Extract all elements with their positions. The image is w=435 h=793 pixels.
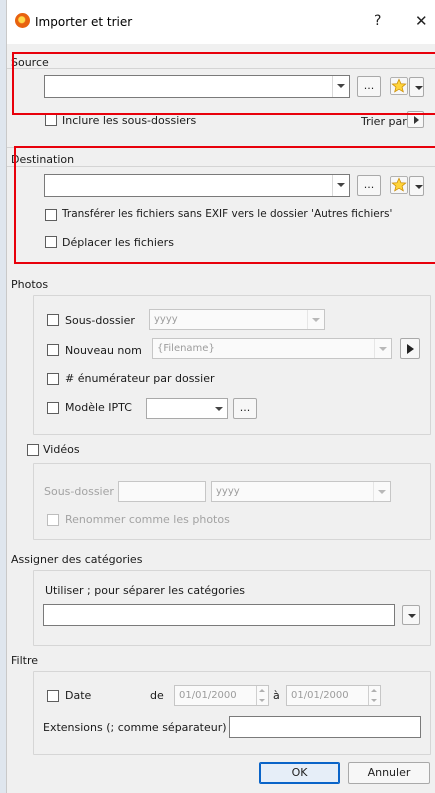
photos-subfolder-combo[interactable]: yyyy: [149, 309, 325, 330]
divider: [7, 68, 435, 69]
chevron-down-icon[interactable]: [374, 339, 391, 358]
videos-subfolder-combo[interactable]: yyyy: [211, 481, 391, 502]
ok-button[interactable]: OK: [259, 762, 340, 784]
spinner-arrows-icon[interactable]: [368, 686, 380, 705]
move-files-checkbox[interactable]: [45, 236, 57, 248]
videos-rename-checkbox[interactable]: [47, 514, 59, 526]
import-sort-dialog: Importer et trier ? ✕ Source ... Inclure…: [6, 0, 435, 793]
photos-subfolder-value: yyyy: [154, 314, 178, 325]
chevron-down-icon[interactable]: [373, 482, 390, 501]
filter-to-date-value: 01/01/2000: [291, 690, 349, 701]
divider: [7, 147, 435, 148]
photos-subfolder-label: Sous-dossier: [65, 314, 135, 327]
chevron-down-icon[interactable]: [332, 175, 349, 196]
categories-section-title: Assigner des catégories: [11, 553, 143, 566]
filter-from-date-input[interactable]: 01/01/2000: [174, 685, 269, 706]
filter-extensions-label: Extensions (; comme séparateur): [43, 721, 227, 734]
chevron-down-icon[interactable]: [307, 310, 324, 329]
filter-date-checkbox[interactable]: [47, 690, 59, 702]
sort-by-label: Trier par: [361, 115, 407, 128]
chevron-down-icon[interactable]: [332, 76, 349, 97]
videos-subfolder-label: Sous-dossier: [44, 485, 114, 498]
videos-rename-label: Renommer comme les photos: [65, 513, 230, 526]
photos-new-name-checkbox[interactable]: [47, 344, 59, 356]
photos-iptc-checkbox[interactable]: [47, 402, 59, 414]
close-button[interactable]: ✕: [415, 12, 428, 30]
destination-path-combo[interactable]: [44, 174, 350, 197]
cancel-button[interactable]: Annuler: [348, 762, 430, 784]
photos-new-name-label: Nouveau nom: [65, 344, 142, 357]
filter-from-label: de: [150, 689, 164, 702]
photos-new-name-play-button[interactable]: [400, 338, 420, 359]
photos-section-title: Photos: [11, 278, 49, 291]
source-path-combo[interactable]: [44, 75, 350, 98]
title-bar: Importer et trier ? ✕: [7, 0, 435, 44]
app-icon: [15, 13, 30, 28]
sort-by-arrow-button[interactable]: [407, 111, 424, 128]
chevron-down-icon[interactable]: [211, 399, 227, 418]
filter-extensions-input[interactable]: [229, 716, 421, 738]
photos-enumerator-label: # énumérateur par dossier: [65, 372, 215, 385]
include-subfolders-label: Inclure les sous-dossiers: [62, 114, 197, 127]
photos-subfolder-checkbox[interactable]: [47, 314, 59, 326]
move-files-label: Déplacer les fichiers: [62, 236, 174, 249]
categories-dropdown-button[interactable]: [402, 605, 420, 625]
filter-from-date-value: 01/01/2000: [179, 690, 237, 701]
filter-section-title: Filtre: [11, 654, 39, 667]
spinner-arrows-icon[interactable]: [256, 686, 268, 705]
divider: [7, 166, 435, 167]
source-favorites-star-icon[interactable]: [390, 77, 408, 95]
filter-to-label: à: [273, 689, 280, 702]
photos-iptc-combo[interactable]: [146, 398, 228, 419]
filter-date-label: Date: [65, 689, 92, 702]
destination-favorites-dropdown[interactable]: [409, 176, 424, 196]
photos-new-name-combo[interactable]: {Filename}: [152, 338, 392, 359]
photos-enumerator-checkbox[interactable]: [47, 373, 59, 385]
videos-section-title: Vidéos: [43, 443, 80, 456]
videos-checkbox[interactable]: [27, 444, 39, 456]
source-favorites-dropdown[interactable]: [409, 77, 424, 97]
videos-subfolder-value: yyyy: [216, 486, 240, 497]
photos-new-name-value: {Filename}: [157, 343, 215, 354]
move-non-exif-checkbox[interactable]: [45, 209, 57, 221]
destination-browse-button[interactable]: ...: [357, 175, 381, 196]
window-title: Importer et trier: [35, 15, 133, 29]
destination-section-title: Destination: [11, 153, 75, 166]
videos-subfolder-input[interactable]: [118, 481, 206, 502]
include-subfolders-checkbox[interactable]: [45, 114, 57, 126]
move-non-exif-label: Transférer les fichiers sans EXIF vers l…: [62, 208, 393, 220]
categories-hint-label: Utiliser ; pour séparer les catégories: [45, 584, 245, 597]
categories-input[interactable]: [43, 604, 395, 626]
destination-favorites-star-icon[interactable]: [390, 176, 408, 194]
photos-iptc-label: Modèle IPTC: [65, 401, 132, 414]
filter-to-date-input[interactable]: 01/01/2000: [286, 685, 381, 706]
source-browse-button[interactable]: ...: [357, 76, 381, 97]
help-button[interactable]: ?: [374, 13, 381, 29]
photos-iptc-browse-button[interactable]: ...: [233, 398, 257, 419]
filter-group: [33, 671, 431, 755]
